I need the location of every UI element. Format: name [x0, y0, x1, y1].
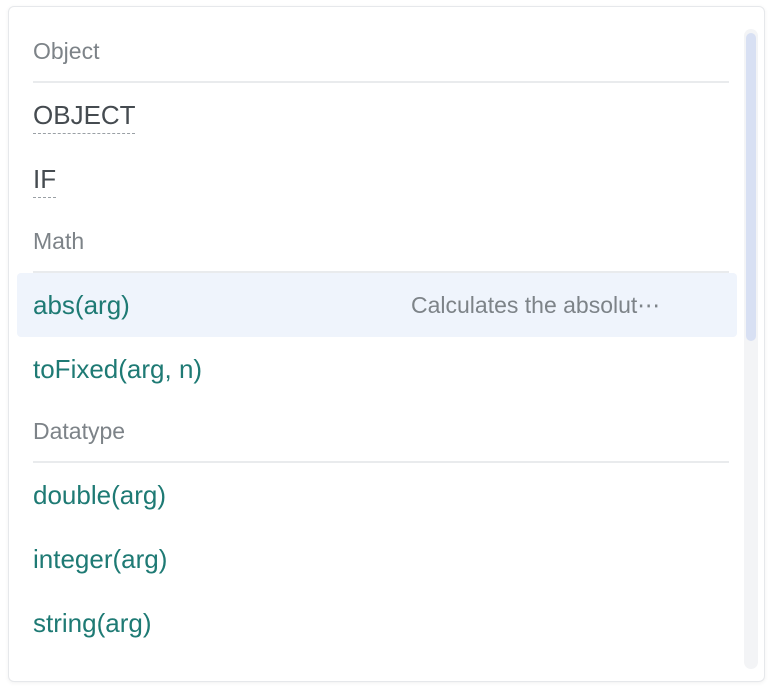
group-header-math: Math	[33, 211, 729, 273]
group-label-datatype: Datatype	[33, 417, 126, 444]
suggestion-tofixed[interactable]: toFixed(arg, n)	[17, 337, 737, 401]
suggestion-double[interactable]: double(arg)	[17, 463, 737, 527]
suggestion-description: Calculates the absolut⋯	[411, 291, 661, 318]
suggestion-object[interactable]: OBJECT	[17, 83, 737, 147]
scrollbar-thumb[interactable]	[746, 33, 756, 341]
autocomplete-popup: Object OBJECT IF Math abs(arg) Calculate…	[8, 6, 765, 682]
suggestion-string[interactable]: string(arg)	[17, 591, 737, 655]
scrollbar-track[interactable]	[744, 29, 758, 669]
suggestion-name: IF	[33, 163, 57, 194]
suggestion-integer[interactable]: integer(arg)	[17, 527, 737, 591]
group-header-datatype: Datatype	[33, 401, 729, 463]
suggestion-if[interactable]: IF	[17, 147, 737, 211]
suggestion-name: abs(arg)	[33, 289, 130, 320]
suggestion-name: double(arg)	[33, 479, 166, 510]
suggestion-name: toFixed(arg, n)	[33, 353, 203, 384]
suggestion-abs[interactable]: abs(arg) Calculates the absolut⋯	[17, 273, 737, 337]
group-label-object: Object	[33, 37, 100, 64]
suggestion-name: string(arg)	[33, 607, 152, 638]
group-header-object: Object	[33, 21, 729, 83]
group-label-math: Math	[33, 227, 85, 254]
suggestion-list: Object OBJECT IF Math abs(arg) Calculate…	[17, 21, 737, 667]
suggestion-name: integer(arg)	[33, 543, 168, 574]
suggestion-name: OBJECT	[33, 99, 136, 130]
